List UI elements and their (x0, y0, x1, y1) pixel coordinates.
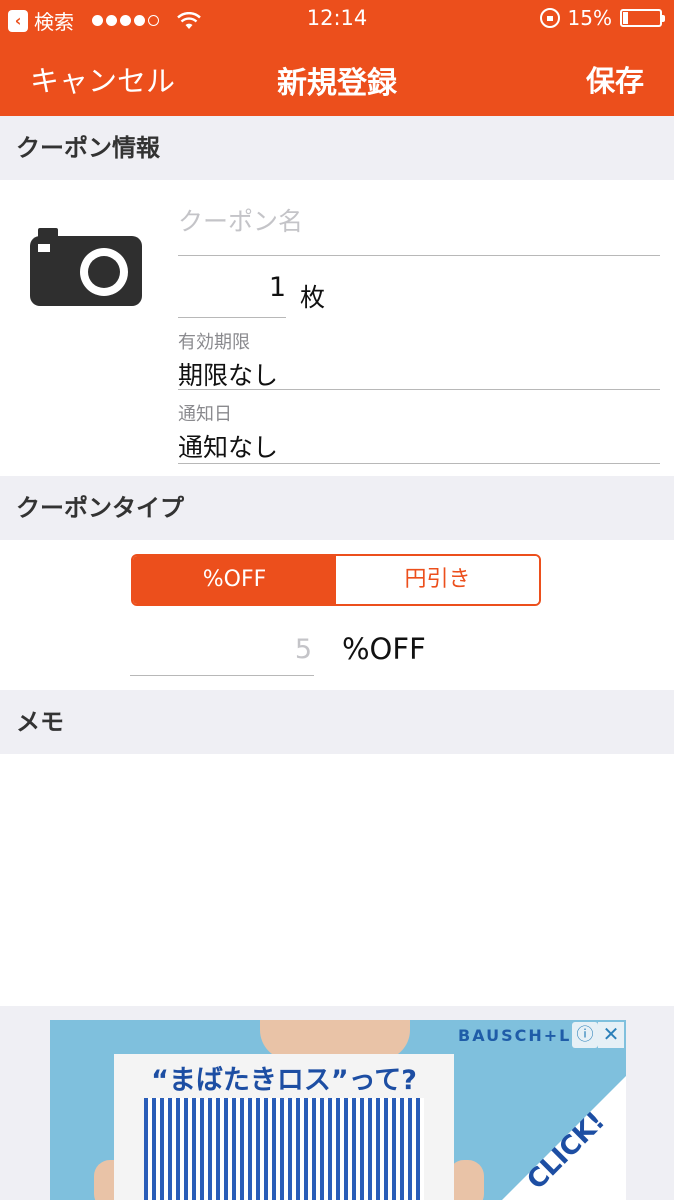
section-header-memo: メモ (0, 690, 674, 754)
discount-amount-placeholder: 5 (294, 634, 312, 665)
notify-label: 通知日 (178, 404, 232, 425)
discount-amount-field[interactable]: 5 (130, 630, 314, 676)
coupon-count-value: 1 (268, 272, 286, 303)
coupon-type-card: %OFF 円引き 5 %OFF (0, 540, 674, 690)
coupon-type-segmented-control: %OFF 円引き (131, 554, 541, 606)
coupon-name-field[interactable]: クーポン名 (178, 202, 660, 256)
cancel-button[interactable]: キャンセル (30, 58, 175, 100)
coupon-count-unit: 枚 (300, 283, 326, 312)
ad-headline: “まばたきロス”って? (151, 1065, 417, 1096)
expiry-label: 有効期限 (178, 332, 250, 353)
segment-yen-discount[interactable]: 円引き (336, 556, 539, 604)
coupon-info-card: クーポン名 1 枚 有効期限 期限なし 通知日 通知なし (0, 180, 674, 476)
status-right: 15% (539, 6, 665, 30)
notify-value: 通知なし (178, 433, 279, 462)
segment-percent-off[interactable]: %OFF (133, 556, 336, 604)
ad-info-icon[interactable]: ⓘ (572, 1022, 598, 1048)
expiry-field[interactable]: 有効期限 期限なし (178, 328, 660, 390)
battery-icon (620, 9, 665, 27)
status-bar: ‹ 検索 12:14 15% (0, 0, 674, 38)
nav-bar: キャンセル 新規登録 保存 (0, 48, 674, 104)
ad-optical-pattern (144, 1098, 424, 1200)
save-button[interactable]: 保存 (586, 58, 644, 100)
coupon-count-field[interactable]: 1 (178, 272, 286, 318)
battery-percent: 15% (567, 6, 612, 30)
battery-level (623, 12, 628, 24)
top-bar: ‹ 検索 12:14 15% キャンセル 新規登録 保存 (0, 0, 674, 116)
memo-textarea[interactable] (0, 754, 674, 1006)
expiry-value: 期限なし (178, 361, 279, 390)
rotation-lock-icon (539, 8, 560, 28)
notify-field[interactable]: 通知日 通知なし (178, 400, 660, 464)
ad-board: “まばたきロス”って? (114, 1054, 454, 1200)
coupon-name-placeholder: クーポン名 (178, 207, 304, 236)
ad-close-icon[interactable]: ✕ (598, 1022, 624, 1048)
ad-banner[interactable]: “まばたきロス”って? BAUSCH+L ⓘ ✕ CLICK! (50, 1020, 626, 1200)
section-header-coupon-type: クーポンタイプ (0, 476, 674, 540)
section-header-coupon-info: クーポン情報 (0, 116, 674, 180)
camera-icon[interactable] (30, 228, 142, 306)
discount-amount-unit: %OFF (342, 632, 426, 666)
ad-brand: BAUSCH+L (458, 1026, 572, 1045)
